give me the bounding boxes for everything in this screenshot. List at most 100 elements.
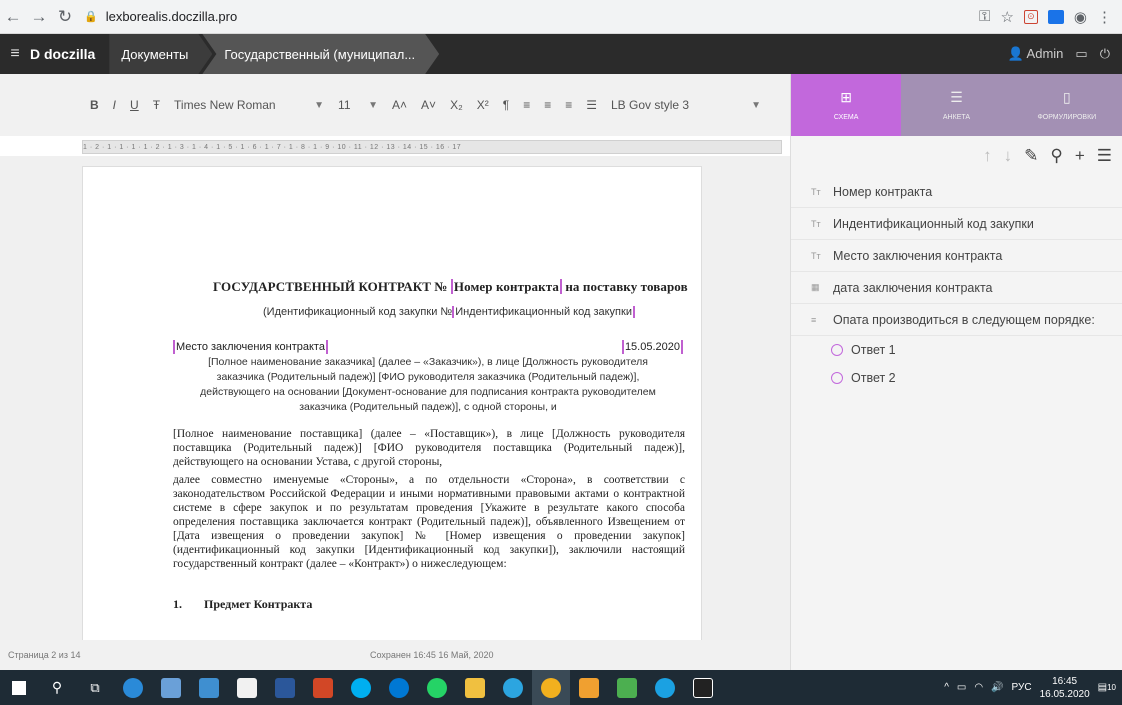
underline-button[interactable]: U (130, 98, 139, 112)
font-size-value: 11 (338, 98, 351, 112)
network-icon[interactable]: ▭ (957, 682, 966, 693)
windows-start-icon[interactable] (0, 670, 38, 705)
address-bar[interactable]: 🔒 lexborealis.doczilla.pro (84, 4, 969, 30)
bookmark-star-icon[interactable]: ☆ (1000, 8, 1013, 26)
move-up-icon[interactable]: ↑ (983, 146, 992, 166)
schema-item-procurement-code[interactable]: Tт Индентификационный код закупки (791, 208, 1122, 240)
search-icon[interactable]: ⚲ (38, 670, 76, 705)
paragraph-customer: [Полное наименование заказчика] (далее –… (200, 356, 656, 413)
app-icon-5[interactable] (608, 670, 646, 705)
tab-clauses[interactable]: ▯ ФОРМУЛИРОВКИ (1011, 74, 1122, 136)
app-icon-4[interactable] (570, 670, 608, 705)
notification-icon[interactable]: ▤10 (1098, 682, 1116, 693)
font-shrink-icon[interactable]: A˅ (421, 98, 436, 112)
pilcrow-icon[interactable]: ¶ (503, 98, 509, 112)
app-icon-3[interactable] (304, 670, 342, 705)
answer-option-2[interactable]: Ответ 2 (791, 364, 1122, 392)
store-icon[interactable] (228, 670, 266, 705)
folder-icon[interactable] (456, 670, 494, 705)
telegram-icon[interactable] (494, 670, 532, 705)
chat-icon[interactable]: ▭ (1075, 46, 1087, 62)
section-title: Предмет Контракта (204, 597, 313, 611)
app-icon-2[interactable] (190, 670, 228, 705)
strikethrough-button[interactable]: Ŧ (153, 98, 160, 112)
chevron-down-icon: ▼ (368, 99, 379, 111)
edit-icon[interactable]: ✎ (1024, 146, 1038, 166)
browser-bar: ← → ↻ 🔒 lexborealis.doczilla.pro ⚿ ☆ ⊙ ◉… (0, 0, 1122, 34)
skype-icon[interactable] (342, 670, 380, 705)
breadcrumb-documents[interactable]: Документы (109, 34, 212, 74)
app-icon-1[interactable] (152, 670, 190, 705)
status-bar: Страница 2 из 14 Сохранен 16:45 16 Май, … (0, 640, 790, 670)
language-indicator[interactable]: РУС (1012, 682, 1032, 693)
paragraph-supplier: [Полное наименование поставщика] (далее … (173, 428, 685, 468)
word-icon[interactable] (266, 670, 304, 705)
tab-questionnaire[interactable]: ☰ АНКЕТА (901, 74, 1012, 136)
format-toolbar: B I U Ŧ Times New Roman ▼ 11 ▼ A˄ A˅ X₂ … (0, 74, 790, 136)
extension-icon[interactable]: ⊙ (1023, 9, 1038, 24)
schema-item-place[interactable]: Tт Место заключения контракта (791, 240, 1122, 272)
subtitle-prefix: (Идентификационный код закупки № (263, 306, 453, 318)
tray-chevron-icon[interactable]: ^ (944, 682, 949, 693)
align-left-icon[interactable]: ≡ (523, 98, 530, 112)
ie-icon[interactable] (646, 670, 684, 705)
app-logo[interactable]: D doczilla (30, 46, 95, 62)
extension-icon-2[interactable] (1047, 9, 1064, 24)
font-size-select[interactable]: 11 ▼ (338, 98, 378, 112)
account-icon[interactable]: ◉ (1074, 8, 1087, 26)
menu-icon[interactable]: ⋮ (1097, 8, 1112, 26)
breadcrumb-document[interactable]: Государственный (муниципал... (202, 34, 439, 74)
font-grow-icon[interactable]: A˄ (392, 98, 407, 112)
back-icon[interactable]: ← (0, 7, 26, 27)
document-page[interactable]: ГОСУДАРСТВЕННЫЙ КОНТРАКТ № Номер контрак… (82, 166, 702, 640)
hamburger-icon[interactable]: ≡ (0, 45, 30, 63)
add-icon[interactable]: + (1075, 146, 1085, 166)
wifi-icon[interactable]: ◠ (974, 682, 983, 693)
subscript-icon[interactable]: X₂ (450, 98, 463, 112)
volume-icon[interactable]: 🔊 (991, 682, 1003, 693)
schema-panel: ⊞ СХЕМА ☰ АНКЕТА ▯ ФОРМУЛИРОВКИ ↑ ↓ ✎ ⚲ … (790, 74, 1122, 670)
schema-item-label: Номер контракта (833, 184, 933, 199)
align-justify-icon[interactable]: ☰ (586, 98, 597, 112)
tab-clauses-label: ФОРМУЛИРОВКИ (1037, 114, 1097, 121)
paragraph-style-select[interactable]: LB Gov style 3 ▼ (611, 98, 761, 112)
task-view-icon[interactable]: ⧉ (76, 670, 114, 705)
italic-button[interactable]: I (113, 98, 116, 112)
document-area[interactable]: ГОСУДАРСТВЕННЫЙ КОНТРАКТ № Номер контрак… (0, 156, 790, 640)
media-player-icon[interactable] (684, 670, 722, 705)
field-contract-number[interactable]: Номер контракта (450, 279, 562, 294)
search-icon[interactable]: ⚲ (1050, 146, 1062, 166)
user-name[interactable]: 👤 Admin (1007, 46, 1063, 62)
whatsapp-icon[interactable] (418, 670, 456, 705)
tab-schema[interactable]: ⊞ СХЕМА (791, 74, 902, 136)
font-family-select[interactable]: Times New Roman ▼ (174, 98, 324, 112)
schema-item-payment-order[interactable]: ≡ Опата производиться в следующем порядке… (791, 304, 1122, 336)
text-field-icon: Tт (811, 186, 821, 197)
forward-icon[interactable]: → (26, 7, 52, 27)
skype-business-icon[interactable] (380, 670, 418, 705)
align-right-icon[interactable]: ≡ (565, 98, 572, 112)
edge-icon[interactable] (114, 670, 152, 705)
schema-item-date[interactable]: ▦ дата заключения контракта (791, 272, 1122, 304)
move-down-icon[interactable]: ↓ (1004, 146, 1013, 166)
url-text: lexborealis.doczilla.pro (105, 9, 238, 24)
ruler[interactable]: 1 · 2 · 1 · 1 · 1 · 1 · 2 · 1 · 3 · 1 · … (82, 140, 782, 154)
schema-item-contract-number[interactable]: Tт Номер контракта (791, 176, 1122, 208)
superscript-icon[interactable]: X² (477, 98, 489, 112)
field-date[interactable]: 15.05.2020 (621, 340, 683, 354)
answer-option-1[interactable]: Ответ 1 (791, 336, 1122, 364)
clock[interactable]: 16:45 16.05.2020 (1040, 675, 1090, 701)
field-procurement-code[interactable]: Индентификационный код закупки (452, 306, 635, 318)
schema-item-label: Индентификационный код закупки (833, 216, 1034, 231)
power-icon[interactable]: ⏻ (1100, 46, 1110, 62)
align-center-icon[interactable]: ≡ (544, 98, 551, 112)
filter-icon[interactable]: ☰ (1097, 146, 1112, 166)
reload-icon[interactable]: ↻ (52, 7, 78, 27)
bold-button[interactable]: B (90, 98, 99, 112)
key-icon[interactable]: ⚿ (979, 8, 990, 25)
chrome-icon[interactable] (532, 670, 570, 705)
field-place[interactable]: Место заключения контракта (173, 340, 328, 354)
chevron-down-icon: ▼ (751, 99, 761, 111)
schema-item-label: дата заключения контракта (833, 280, 993, 295)
taskbar: ⚲ ⧉ ^ ▭ ◠ 🔊 РУС 16:45 16.05.2020 ▤10 (0, 670, 1122, 705)
